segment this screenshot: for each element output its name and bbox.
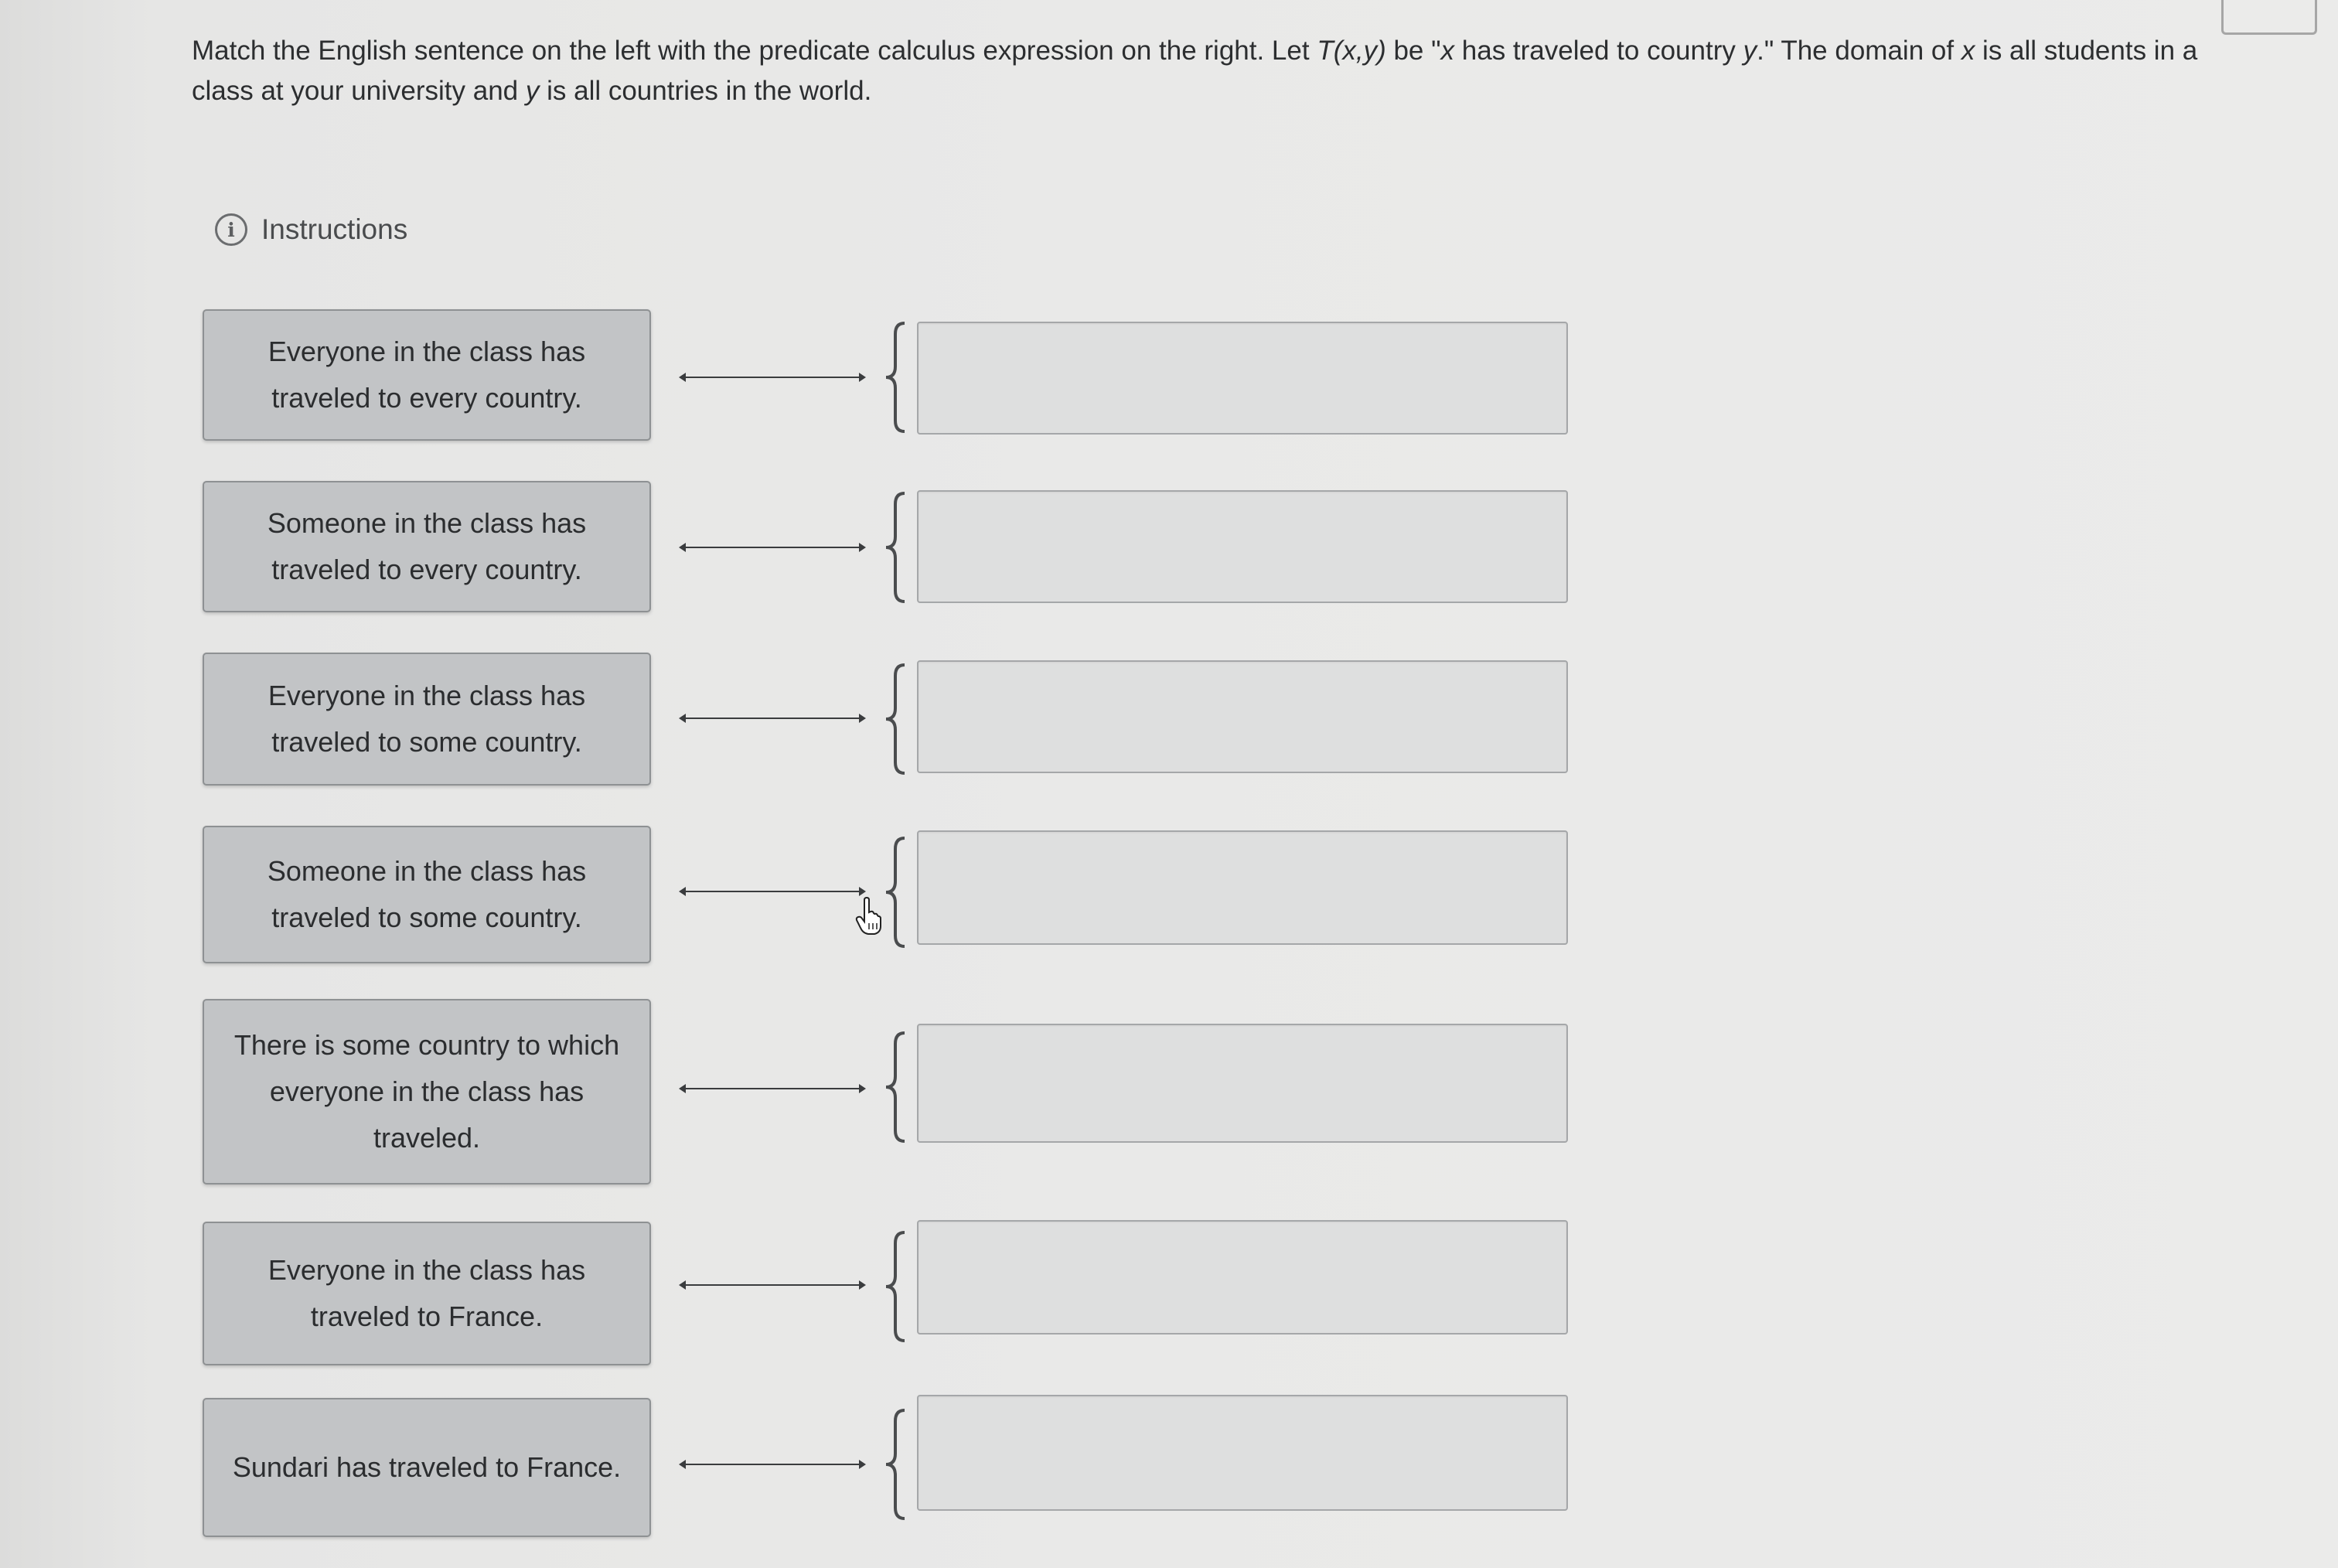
corner-control-box[interactable] <box>2221 0 2317 35</box>
brace-icon <box>885 1409 905 1520</box>
brace-icon <box>885 1231 905 1342</box>
prompt-text: Match the English sentence on the left w… <box>192 36 1317 66</box>
sentence-card-6[interactable]: Everyone in the class has traveled to Fr… <box>203 1222 651 1365</box>
answer-drop-zone-4[interactable] <box>917 830 1568 945</box>
prompt-text: be " <box>1385 36 1441 66</box>
variable-y: y <box>525 76 540 106</box>
brace-icon <box>885 837 905 948</box>
sentence-card-4[interactable]: Someone in the class has traveled to som… <box>203 826 651 963</box>
answer-drop-zone-6[interactable] <box>917 1220 1568 1335</box>
sentence-text: Everyone in the class has traveled to so… <box>268 680 586 758</box>
connector-arrow <box>679 1084 866 1093</box>
sentence-card-1[interactable]: Everyone in the class has traveled to ev… <box>203 309 651 441</box>
sentence-card-3[interactable]: Everyone in the class has traveled to so… <box>203 653 651 786</box>
variable-x: x <box>1440 36 1455 66</box>
connector-arrow <box>679 543 866 552</box>
sentence-card-2[interactable]: Someone in the class has traveled to eve… <box>203 481 651 612</box>
sentence-text: Sundari has traveled to France. <box>232 1451 622 1483</box>
sentence-card-5[interactable]: There is some country to which everyone … <box>203 999 651 1185</box>
connector-arrow <box>679 887 866 896</box>
predicate-notation: T(x,y) <box>1317 36 1386 66</box>
sentence-card-7[interactable]: Sundari has traveled to France. <box>203 1398 651 1537</box>
prompt-text: ." The domain of <box>1757 36 1961 66</box>
brace-icon <box>885 663 905 775</box>
question-prompt: Match the English sentence on the left w… <box>192 31 2233 111</box>
sentence-text: Everyone in the class has traveled to Fr… <box>268 1254 586 1332</box>
answer-drop-zone-3[interactable] <box>917 660 1568 773</box>
connector-arrow <box>679 714 866 723</box>
sentence-text: Someone in the class has traveled to som… <box>267 855 587 933</box>
prompt-text: has traveled to country <box>1454 36 1743 66</box>
answer-drop-zone-7[interactable] <box>917 1395 1568 1511</box>
answer-drop-zone-5[interactable] <box>917 1024 1568 1143</box>
brace-icon <box>885 322 905 433</box>
sentence-text: There is some country to which everyone … <box>233 1029 620 1154</box>
sentence-text: Someone in the class has traveled to eve… <box>267 507 587 585</box>
variable-y: y <box>1743 36 1757 66</box>
variable-x: x <box>1961 36 1975 66</box>
answer-drop-zone-1[interactable] <box>917 322 1568 435</box>
connector-arrow <box>679 373 866 382</box>
instructions-label: Instructions <box>261 213 408 245</box>
instructions-toggle[interactable]: i Instructions <box>215 209 407 251</box>
info-icon: i <box>215 213 247 246</box>
answer-drop-zone-2[interactable] <box>917 490 1568 603</box>
prompt-text: is all countries in the world. <box>539 76 872 106</box>
brace-icon <box>885 492 905 603</box>
sentence-text: Everyone in the class has traveled to ev… <box>268 336 586 414</box>
brace-icon <box>885 1031 905 1143</box>
connector-arrow <box>679 1280 866 1290</box>
hand-cursor-icon <box>855 897 881 935</box>
connector-arrow <box>679 1460 866 1469</box>
